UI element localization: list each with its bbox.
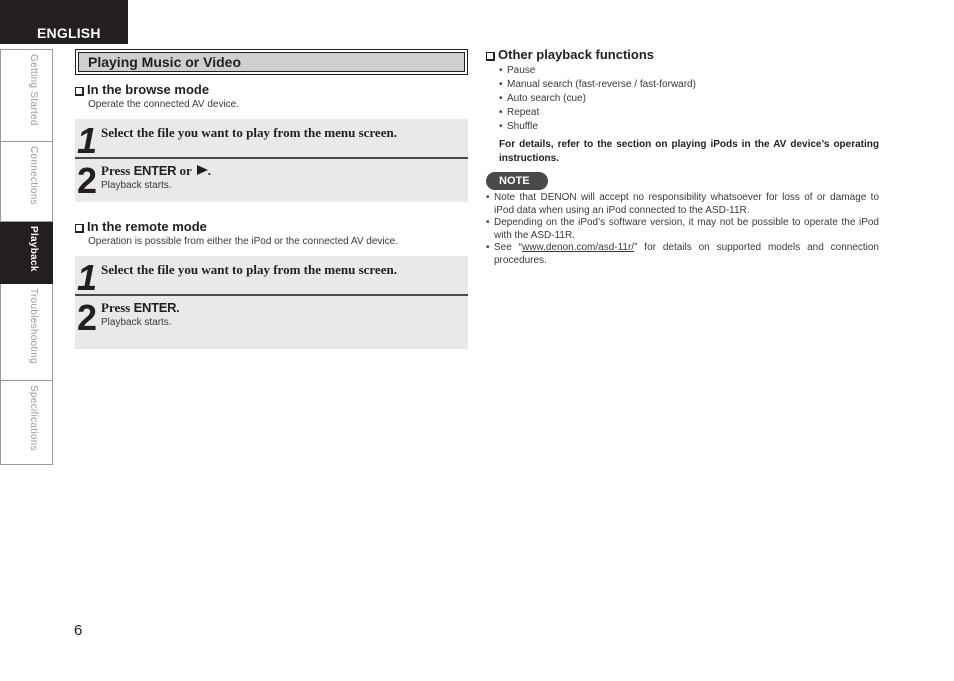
list-item: Manual search (fast-reverse / fast-forwa… [499,78,696,92]
other-functions-heading-text: Other playback functions [498,47,655,62]
step-number: 1 [77,257,97,298]
sidenav-item-connections[interactable]: Connections [0,142,53,222]
remote-mode-heading: In the remote mode [75,219,207,234]
enter-key-label: ENTER [133,300,177,315]
browse-mode-description: Operate the connected AV device. [88,99,240,110]
other-functions-heading: Other playback functions [486,47,654,62]
denon-website-link[interactable]: www.denon.com/asd-11r/ [522,242,634,253]
side-navigation: Getting Started Connections Playback Tro… [0,49,53,465]
step-text: Press ENTER. [101,300,179,316]
language-tab: ENGLISH [0,0,128,44]
note-item: See “www.denon.com/asd-11r/” for details… [486,242,879,267]
step-text: Select the file you want to play from th… [101,125,397,140]
step-subtext: Playback starts. [101,317,172,328]
step-text-prefix: Press [101,300,134,315]
sidenav-label: Getting Started [28,54,39,126]
language-label: ENGLISH [37,25,101,41]
step-text-suffix: or [176,163,195,178]
list-item: Repeat [499,106,696,120]
browse-mode-heading-text: In the browse mode [87,82,210,97]
note-item: Depending on the iPod’s software version… [486,217,879,242]
list-item: Shuffle [499,120,696,134]
step-text-end: . [176,300,180,315]
section-title: Playing Music or Video [78,52,465,72]
note-text-before: See “ [494,242,522,253]
sidenav-label: Connections [28,146,39,205]
browse-mode-heading: In the browse mode [75,82,209,97]
step-text: Select the file you want to play from th… [101,262,397,277]
step-text: Press ENTER or . [101,163,211,179]
remote-step-2: 2 Press ENTER. Playback starts. [75,296,468,349]
step-text-end: . [207,163,211,178]
sidenav-item-getting-started[interactable]: Getting Started [0,49,53,142]
remote-step-1: 1 Select the file you want to play from … [75,256,468,298]
note-badge: NOTE [486,172,548,190]
sidenav-label: Troubleshooting [28,288,39,364]
step-number: 2 [77,297,97,338]
sidenav-item-troubleshooting[interactable]: Troubleshooting [0,284,53,381]
notes-list: Note that DENON will accept no responsib… [486,192,879,267]
remote-mode-description: Operation is possible from either the iP… [88,236,398,247]
step-number: 1 [77,120,97,161]
browse-step-2: 2 Press ENTER or . Playback starts. [75,159,468,202]
note-item: Note that DENON will accept no responsib… [486,192,879,217]
sidenav-label: Playback [28,226,39,272]
step-number: 2 [77,160,97,201]
details-text: For details, refer to the section on pla… [499,139,879,164]
list-item: Pause [499,64,696,78]
step-subtext: Playback starts. [101,180,172,191]
page-number: 6 [74,622,83,639]
browse-step-1: 1 Select the file you want to play from … [75,119,468,161]
step-text-prefix: Press [101,163,134,178]
sidenav-item-specifications[interactable]: Specifications [0,381,53,465]
functions-list: Pause Manual search (fast-reverse / fast… [499,64,696,134]
checkbox-square-icon [75,223,84,233]
remote-mode-heading-text: In the remote mode [87,219,207,234]
play-icon [196,165,208,175]
checkbox-square-icon [486,51,495,61]
sidenav-label: Specifications [28,385,39,451]
section-title-box: Playing Music or Video [75,49,468,75]
sidenav-item-playback[interactable]: Playback [0,222,53,284]
enter-key-label: ENTER [133,163,177,178]
checkbox-square-icon [75,86,84,96]
list-item: Auto search (cue) [499,92,696,106]
